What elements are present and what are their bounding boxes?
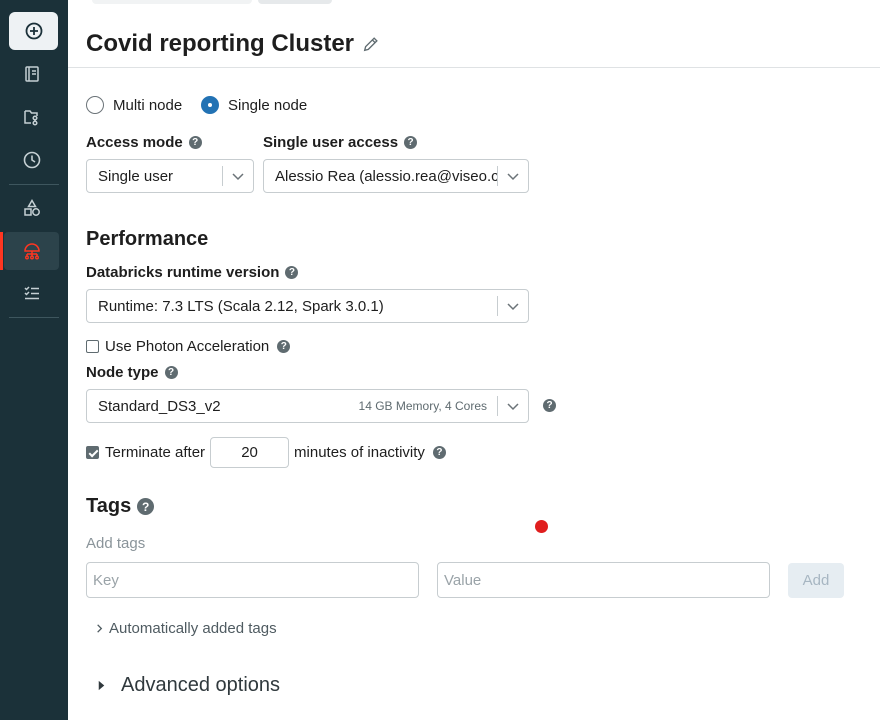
terminate-minutes-input[interactable] [210, 437, 290, 468]
breadcrumb [86, 0, 332, 4]
sidebar-item-compute[interactable] [0, 232, 59, 270]
radio-single-node[interactable]: Single node [201, 96, 307, 114]
tags-heading-text: Tags [86, 495, 132, 517]
single-user-access-select[interactable]: Alessio Rea (alessio.rea@viseo.co... [263, 159, 529, 193]
runtime-version-value: Runtime: 7.3 LTS (Scala 2.12, Spark 3.0.… [98, 297, 384, 315]
sidebar-item-notebook[interactable] [4, 55, 59, 93]
chevron-down-icon[interactable] [498, 299, 528, 313]
radio-label: Single node [228, 96, 308, 114]
node-type-label: Node type ? [86, 364, 178, 381]
folder-tree-icon [23, 110, 38, 126]
radio-multi-node[interactable]: Multi node [86, 96, 182, 114]
single-user-access-value: Alessio Rea (alessio.rea@viseo.co... [275, 167, 497, 185]
advanced-options-toggle[interactable]: Advanced options [96, 674, 280, 697]
runtime-version-label: Databricks runtime version ? [86, 264, 299, 281]
page-title: Covid reporting Cluster [86, 30, 355, 57]
radio-button[interactable] [86, 96, 104, 114]
automatically-added-tags-label: Automatically added tags [109, 620, 277, 637]
node-type-select[interactable]: Standard_DS3_v2 14 GB Memory, 4 Cores [86, 389, 529, 423]
sidebar-item-create[interactable] [9, 12, 58, 50]
advanced-options-label: Advanced options [121, 674, 281, 696]
checkbox[interactable] [86, 340, 99, 353]
radio-label: Multi node [113, 96, 183, 114]
pencil-edit-icon[interactable] [362, 35, 380, 53]
plus-circle-icon [25, 22, 42, 40]
checklist-icon [23, 286, 39, 300]
cluster-icon [23, 243, 40, 260]
header-divider [68, 67, 880, 68]
help-icon[interactable]: ? [432, 446, 446, 459]
photon-acceleration-checkbox[interactable]: Use Photon Acceleration ? [86, 338, 291, 355]
chevron-down-icon[interactable] [498, 169, 528, 183]
help-icon[interactable]: ? [543, 399, 556, 412]
sidebar-item-workspace[interactable] [4, 98, 59, 136]
terminate-label: Terminate after [105, 444, 206, 461]
clock-icon [23, 151, 40, 169]
terminate-checkbox[interactable] [86, 446, 99, 459]
node-type-text: Node type [86, 364, 159, 381]
add-tags-label: Add tags [86, 535, 146, 552]
access-mode-label: Access mode ? [86, 134, 202, 151]
terminate-after-row: Terminate after minutes of inactivity ? [86, 437, 446, 468]
performance-heading: Performance [86, 228, 209, 250]
single-user-access-text: Single user access [263, 134, 399, 151]
notebook-icon [24, 66, 39, 82]
access-mode-text: Access mode [86, 134, 183, 151]
help-icon[interactable]: ? [277, 340, 291, 353]
add-tag-button[interactable]: Add [788, 563, 844, 598]
radio-button-selected[interactable] [201, 96, 219, 114]
sidebar-divider [9, 184, 59, 185]
terminate-suffix: minutes of inactivity [294, 444, 425, 461]
access-mode-select[interactable]: Single user [86, 159, 254, 193]
caret-right-icon [98, 680, 105, 691]
access-mode-value: Single user [98, 167, 174, 185]
chevron-down-icon[interactable] [498, 399, 528, 413]
sidebar-item-recents[interactable] [4, 141, 59, 179]
help-icon[interactable]: ? [285, 266, 299, 279]
page-header: Covid reporting Cluster [86, 30, 380, 58]
chevron-right-icon [97, 624, 103, 633]
help-icon[interactable]: ? [164, 366, 178, 379]
sidebar [0, 0, 68, 720]
chevron-down-icon[interactable] [223, 169, 253, 183]
tag-key-input[interactable] [86, 562, 419, 598]
help-icon[interactable]: ? [137, 498, 155, 515]
photon-label: Use Photon Acceleration [105, 338, 270, 355]
single-user-access-label: Single user access ? [263, 134, 418, 151]
node-type-detail: 14 GB Memory, 4 Cores [358, 399, 487, 413]
tag-value-input[interactable] [437, 562, 770, 598]
cursor-indicator [535, 520, 548, 533]
node-type-value: Standard_DS3_v2 [98, 397, 221, 415]
sidebar-item-catalog[interactable] [4, 189, 59, 227]
sidebar-item-workflows[interactable] [4, 274, 59, 312]
sidebar-divider [9, 317, 59, 318]
help-icon[interactable]: ? [404, 136, 418, 149]
runtime-version-text: Databricks runtime version [86, 264, 280, 281]
runtime-version-select[interactable]: Runtime: 7.3 LTS (Scala 2.12, Spark 3.0.… [86, 289, 529, 323]
tags-heading: Tags ? [86, 495, 155, 518]
help-icon[interactable]: ? [188, 136, 202, 149]
shapes-icon [23, 199, 40, 216]
automatically-added-tags-toggle[interactable]: Automatically added tags [94, 620, 277, 637]
